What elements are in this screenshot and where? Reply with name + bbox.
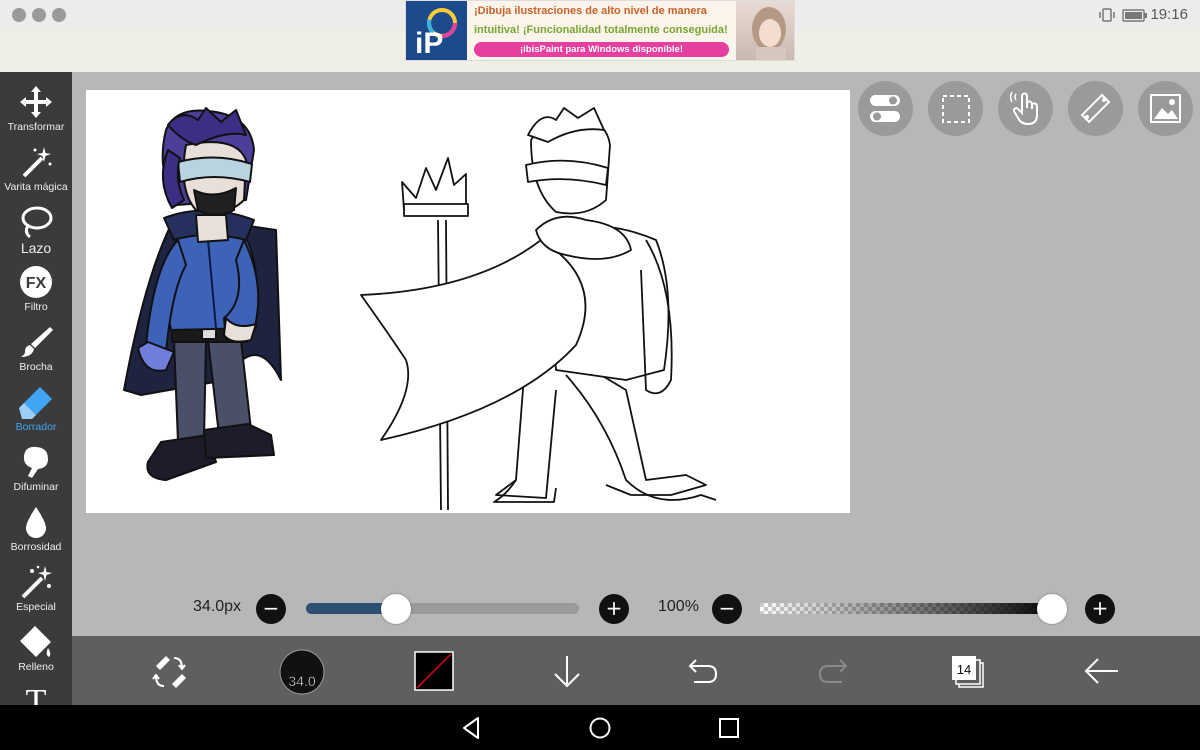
ibispaint-logo: iP	[406, 1, 467, 60]
blur-drop-icon	[26, 507, 46, 538]
battery-icon	[1122, 9, 1147, 22]
fx-icon: FX	[20, 266, 52, 298]
svg-text:14: 14	[957, 662, 971, 677]
opacity-value: 100%	[658, 598, 699, 615]
arrow-left-icon	[1084, 658, 1118, 684]
eraser-icon	[19, 387, 52, 419]
opacity-decrease-button[interactable]: −	[712, 594, 742, 624]
notification-icon	[12, 8, 26, 22]
arrow-down-icon	[554, 656, 580, 688]
navigation-bar	[0, 705, 1200, 750]
left-toolbar: Transformar Varita mágica Lazo FX Filtro…	[0, 72, 72, 705]
tool-label: Especial	[16, 601, 56, 613]
reference-image-button[interactable]	[1138, 81, 1193, 136]
tool-label: Lazo	[20, 240, 52, 256]
tool-label: Transformar	[7, 121, 65, 133]
lineart-character	[360, 107, 717, 511]
redo-button[interactable]	[814, 650, 856, 692]
tool-smudge[interactable]: Difuminar	[0, 440, 72, 500]
ad-character-image	[736, 1, 794, 60]
touch-icon	[1010, 91, 1038, 126]
ad-cta-button[interactable]: ¡ibisPaint para Windows disponible!	[474, 42, 729, 57]
lasso-icon	[21, 206, 53, 239]
svg-text:34.0: 34.0	[288, 673, 315, 689]
plus-icon: +	[1091, 596, 1109, 620]
minus-icon: −	[262, 596, 280, 620]
color-swatch-icon	[414, 651, 454, 691]
opacity-increase-button[interactable]: +	[1085, 594, 1115, 624]
toggle-icon	[870, 95, 900, 122]
fill-icon	[20, 626, 51, 657]
toggle-button[interactable]	[858, 81, 913, 136]
tool-magic-wand[interactable]: Varita mágica	[0, 140, 72, 200]
back-button[interactable]	[1080, 650, 1122, 692]
tool-filter[interactable]: FX Filtro	[0, 260, 72, 320]
tool-switch-button[interactable]	[148, 650, 190, 692]
tool-label: Borrosidad	[10, 541, 62, 553]
undo-button[interactable]	[680, 650, 722, 692]
bottom-toolbar: 34.0 14	[72, 636, 1200, 705]
ruler-icon	[1080, 93, 1111, 124]
vibrate-icon	[1099, 8, 1115, 22]
redo-icon	[818, 659, 848, 683]
brush-size-decrease-button[interactable]: −	[256, 594, 286, 624]
magic-wand-icon	[22, 147, 52, 178]
clock: 19:16	[1150, 6, 1188, 23]
selection-button[interactable]	[928, 81, 983, 136]
tool-blur[interactable]: Borrosidad	[0, 500, 72, 560]
tool-label: Relleno	[18, 661, 54, 673]
chrome-icon	[32, 8, 46, 22]
tool-label: Varita mágica	[4, 181, 68, 193]
tool-label: Filtro	[24, 301, 48, 313]
tool-fill[interactable]: Relleno	[0, 620, 72, 680]
undo-icon	[688, 659, 718, 683]
opacity-slider[interactable]	[760, 603, 1060, 614]
brush-size-increase-button[interactable]: +	[599, 594, 629, 624]
move-icon	[20, 86, 52, 118]
smudge-icon	[23, 446, 48, 478]
tool-text[interactable]: T	[0, 676, 72, 705]
ad-headline: ¡Dibuja ilustraciones de alto nivel de m…	[474, 5, 707, 17]
image-icon	[1150, 94, 1181, 123]
swap-tool-icon	[152, 656, 186, 688]
tool-label: Brocha	[19, 361, 53, 373]
tool-label: Difuminar	[13, 481, 59, 493]
tool-eraser[interactable]: Borrador	[0, 380, 72, 440]
brush-size-button[interactable]: 34.0	[279, 649, 325, 695]
svg-text:FX: FX	[26, 275, 47, 292]
text-icon: T	[26, 683, 47, 705]
touch-button[interactable]	[998, 81, 1053, 136]
tool-transform[interactable]: Transformar	[0, 80, 72, 140]
plus-icon: +	[605, 596, 623, 620]
color-button[interactable]	[414, 651, 454, 691]
tool-lasso[interactable]: Lazo	[0, 200, 72, 260]
nav-recents-icon[interactable]	[716, 715, 742, 741]
ad-subline: intuitiva! ¡Funcionalidad totalmente con…	[474, 24, 728, 36]
opacity-slider-handle[interactable]	[1037, 594, 1067, 624]
ad-banner[interactable]: iP ¡Dibuja ilustraciones de alto nivel d…	[405, 0, 795, 61]
tool-brush[interactable]: Brocha	[0, 320, 72, 380]
layers-icon: 14	[952, 656, 984, 688]
nav-back-icon[interactable]	[459, 715, 485, 741]
tool-label: Borrador	[15, 421, 57, 433]
ruler-button[interactable]	[1068, 81, 1123, 136]
colored-character	[123, 107, 282, 481]
drawing-canvas[interactable]	[86, 90, 850, 513]
svg-text:iP: iP	[415, 27, 443, 60]
brush-size-value: 34.0px	[193, 598, 242, 615]
app-icon	[52, 8, 66, 22]
svg-text:T: T	[26, 683, 47, 705]
selection-icon	[942, 95, 970, 123]
artwork	[123, 107, 717, 511]
special-icon	[21, 565, 52, 599]
nav-home-icon[interactable]	[587, 715, 613, 741]
tool-special[interactable]: Especial	[0, 560, 72, 620]
minus-icon: −	[718, 596, 736, 620]
layers-button[interactable]: 14	[946, 650, 988, 692]
brush-icon	[21, 327, 53, 357]
brush-size-slider-handle[interactable]	[381, 594, 412, 624]
layer-down-button[interactable]	[546, 650, 588, 692]
brush-preview-icon: 34.0	[279, 649, 325, 695]
